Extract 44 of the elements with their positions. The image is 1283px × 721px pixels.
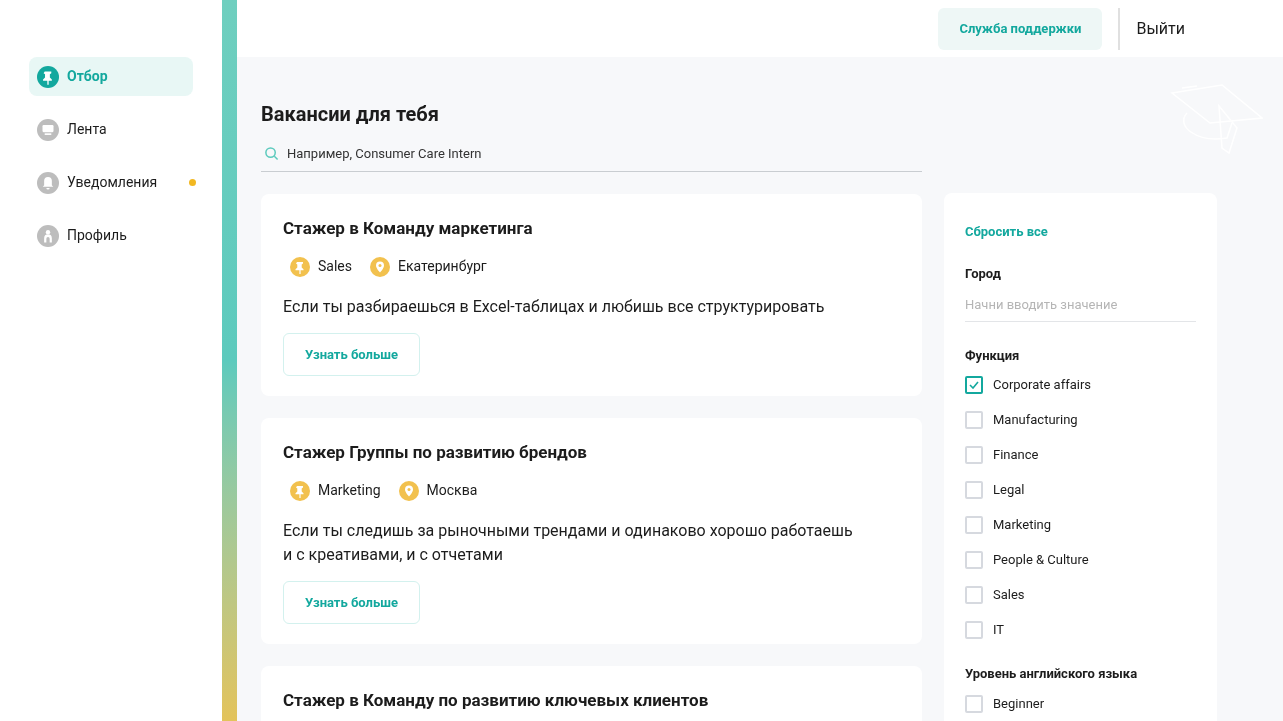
bell-icon bbox=[37, 171, 59, 194]
checkbox-label: Corporate affairs bbox=[993, 376, 1092, 394]
location-pin-icon bbox=[398, 480, 419, 501]
learn-more-button[interactable]: Узнать больше bbox=[283, 581, 420, 624]
checkbox-label: IT bbox=[993, 621, 1005, 639]
person-icon bbox=[37, 224, 59, 247]
vacancy-title: Стажер Группы по развитию брендов bbox=[283, 441, 588, 464]
filter-heading: Город bbox=[965, 265, 1002, 283]
filter-heading: Функция bbox=[965, 346, 1021, 365]
pin-icon bbox=[37, 65, 59, 88]
checkbox-label: Finance bbox=[993, 446, 1039, 464]
sidebar-item[interactable]: Лента bbox=[29, 110, 193, 149]
tag-label: Marketing bbox=[318, 481, 381, 500]
vacancy-description: Если ты следишь за рыночными трендами и одинаково хорошо работаешь и с креативами, и с отчетами bbox=[283, 520, 854, 566]
logout-button[interactable]: Выйти bbox=[1136, 16, 1185, 41]
checkbox-label: Sales bbox=[993, 586, 1025, 604]
city-input-field[interactable]: Начни вводить значение bbox=[965, 293, 1196, 322]
tag-label: Москва bbox=[426, 481, 478, 500]
search-icon bbox=[264, 146, 279, 161]
vacancy-title: Стажер в Команду по развитию ключевых клиентов bbox=[283, 689, 710, 712]
location-pin-icon bbox=[370, 256, 390, 277]
learn-more-button[interactable]: Узнать больше bbox=[283, 333, 420, 376]
pin-icon bbox=[290, 480, 310, 501]
checkbox-label: Beginner bbox=[993, 694, 1045, 713]
tag-label: Екатеринбург bbox=[398, 257, 487, 276]
vacancy-description: Если ты разбираешься в Excel-таблицах и любишь все структурировать bbox=[283, 296, 826, 318]
checkbox-label: Legal bbox=[993, 481, 1025, 499]
checkbox-label: Manufacturing bbox=[993, 411, 1078, 429]
tag-label: Sales bbox=[318, 257, 352, 276]
checkbox-label: Marketing bbox=[993, 516, 1052, 534]
sidebar-item[interactable]: Профиль bbox=[29, 216, 193, 255]
checkbox[interactable] bbox=[965, 376, 983, 394]
checkmark-icon bbox=[969, 381, 979, 389]
support-button[interactable]: Служба поддержки bbox=[938, 7, 1103, 50]
page-title: Вакансии для тебя bbox=[261, 101, 440, 127]
sidebar-item[interactable]: Отбор bbox=[29, 57, 193, 96]
pin-icon bbox=[290, 256, 310, 277]
vacancy-title: Стажер в Команду маркетинга bbox=[283, 217, 534, 240]
reset-link[interactable]: Сбросить все bbox=[965, 224, 1048, 239]
checkbox-label: People & Culture bbox=[993, 551, 1089, 569]
search-field[interactable]: Например, Consumer Care Intern bbox=[287, 143, 922, 164]
sidebar-item[interactable]: Уведомления bbox=[29, 163, 193, 202]
filter-heading: Уровень английского языка bbox=[965, 665, 1139, 683]
monitor-icon bbox=[37, 118, 59, 141]
